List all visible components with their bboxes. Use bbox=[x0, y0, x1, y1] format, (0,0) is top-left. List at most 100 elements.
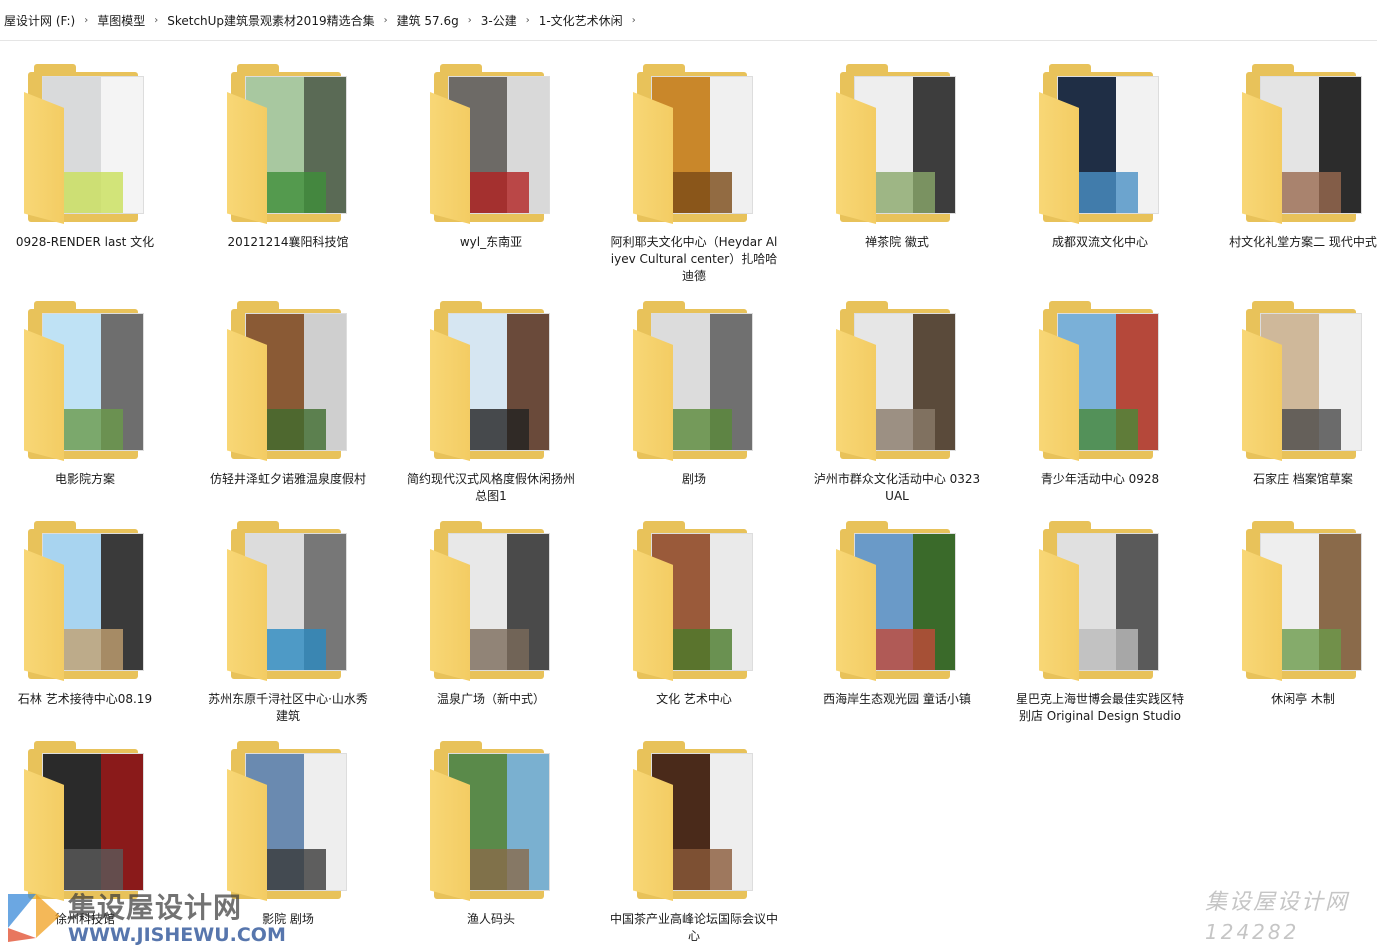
chevron-right-icon[interactable]: › bbox=[379, 15, 393, 26]
folder-front-flap bbox=[633, 92, 673, 224]
folder-item[interactable]: 村文化礼堂方案二 现代中式 bbox=[1218, 62, 1377, 272]
folder-thumbnail bbox=[627, 62, 757, 232]
watermark-right: 集设屋设计网 124282 bbox=[1205, 884, 1375, 948]
folder-name: wyl_东南亚 bbox=[459, 235, 523, 249]
folder-thumbnail bbox=[627, 739, 757, 909]
folder-thumbnail bbox=[18, 299, 148, 469]
breadcrumb-item-current-folder[interactable]: 1-文化艺术休闲 bbox=[535, 12, 627, 29]
folder-item[interactable]: 中国茶产业高峰论坛国际会议中心 bbox=[609, 739, 812, 949]
folder-front-flap bbox=[227, 92, 267, 224]
site-logo-icon bbox=[8, 894, 60, 942]
folder-thumbnail bbox=[221, 519, 351, 689]
folder-front-flap bbox=[836, 329, 876, 461]
folder-name: 渔人码头 bbox=[466, 912, 515, 926]
folder-name: 村文化礼堂方案二 现代中式 bbox=[1229, 235, 1377, 249]
folder-item[interactable]: 20121214襄阳科技馆 bbox=[203, 62, 406, 272]
folder-front-flap bbox=[1242, 92, 1282, 224]
folder-name: 石林 艺术接待中心08.19 bbox=[17, 692, 153, 706]
folder-thumbnail bbox=[1033, 62, 1163, 232]
folder-thumbnail bbox=[1033, 299, 1163, 469]
folder-front-flap bbox=[227, 329, 267, 461]
folder-item[interactable]: 温泉广场（新中式） bbox=[406, 519, 609, 729]
folder-name: 成都双流文化中心 bbox=[1051, 235, 1148, 249]
folder-front-flap bbox=[836, 92, 876, 224]
folder-item[interactable]: 星巴克上海世博会最佳实践区特别店 Original Design Studio bbox=[1015, 519, 1218, 729]
breadcrumb-item-drive[interactable]: 屋设计网 (F:) bbox=[0, 12, 79, 29]
folder-thumbnail bbox=[18, 519, 148, 689]
folder-name: 中国茶产业高峰论坛国际会议中心 bbox=[609, 912, 778, 943]
folder-name: 苏州东原千浔社区中心·山水秀建筑 bbox=[208, 692, 368, 723]
folder-thumbnail bbox=[424, 62, 554, 232]
folder-thumbnail bbox=[830, 62, 960, 232]
folder-thumbnail bbox=[18, 62, 148, 232]
folder-front-flap bbox=[836, 549, 876, 681]
folder-front-flap bbox=[24, 329, 64, 461]
folder-item[interactable]: 阿利耶夫文化中心（Heydar Aliyev Cultural center）扎… bbox=[609, 62, 812, 283]
folder-item[interactable]: 石家庄 档案馆草案 bbox=[1218, 299, 1377, 509]
folder-item[interactable]: 泸州市群众文化活动中心 0323 UAL bbox=[812, 299, 1015, 509]
folder-front-flap bbox=[1242, 329, 1282, 461]
folder-thumbnail bbox=[424, 739, 554, 909]
folder-item[interactable]: 西海岸生态观光园 童话小镇 bbox=[812, 519, 1015, 729]
breadcrumb-item-public-buildings[interactable]: 3-公建 bbox=[477, 12, 521, 29]
folder-item[interactable]: 成都双流文化中心 bbox=[1015, 62, 1218, 272]
folder-thumbnail bbox=[221, 62, 351, 232]
folder-item[interactable]: 青少年活动中心 0928 bbox=[1015, 299, 1218, 509]
folder-front-flap bbox=[633, 329, 673, 461]
folder-item[interactable]: 电影院方案 bbox=[0, 299, 203, 509]
folder-item[interactable]: 禅茶院 徽式 bbox=[812, 62, 1015, 272]
folder-front-flap bbox=[430, 92, 470, 224]
breadcrumb-item-models[interactable]: 草图模型 bbox=[93, 12, 149, 29]
watermark-right-title: 集设屋设计网 bbox=[1205, 890, 1350, 915]
folder-name: 青少年活动中心 0928 bbox=[1040, 472, 1160, 486]
folder-front-flap bbox=[227, 549, 267, 681]
folder-item[interactable]: wyl_东南亚 bbox=[406, 62, 609, 272]
folder-thumbnail bbox=[1236, 62, 1366, 232]
folder-front-flap bbox=[1039, 549, 1079, 681]
folder-front-flap bbox=[430, 769, 470, 901]
folder-name: 星巴克上海世博会最佳实践区特别店 Original Design Studio bbox=[1015, 692, 1184, 723]
folder-front-flap bbox=[1039, 92, 1079, 224]
folder-item[interactable]: 简约现代汉式风格度假休闲扬州总图1 bbox=[406, 299, 609, 509]
folder-front-flap bbox=[24, 769, 64, 901]
folder-name: 20121214襄阳科技馆 bbox=[227, 235, 349, 249]
chevron-right-icon[interactable]: › bbox=[627, 15, 641, 26]
folder-item[interactable]: 渔人码头 bbox=[406, 739, 609, 949]
watermark-right-number: 124282 bbox=[1205, 920, 1300, 944]
folder-front-flap bbox=[633, 769, 673, 901]
folder-name: 西海岸生态观光园 童话小镇 bbox=[823, 692, 971, 706]
breadcrumb-item-collection[interactable]: SketchUp建筑景观素材2019精选合集 bbox=[163, 12, 378, 29]
folder-thumbnail bbox=[1033, 519, 1163, 689]
folder-name: 0928-RENDER last 文化 bbox=[15, 235, 155, 249]
folder-item[interactable]: 休闲亭 木制 bbox=[1218, 519, 1377, 729]
folder-name: 阿利耶夫文化中心（Heydar Aliyev Cultural center）扎… bbox=[610, 235, 778, 283]
folder-item[interactable]: 石林 艺术接待中心08.19 bbox=[0, 519, 203, 729]
watermark-title: 集设屋设计网 bbox=[68, 891, 243, 924]
folder-name: 休闲亭 木制 bbox=[1271, 692, 1335, 706]
folder-name: 文化 艺术中心 bbox=[656, 692, 732, 706]
chevron-right-icon[interactable]: › bbox=[521, 15, 535, 26]
folder-name: 石家庄 档案馆草案 bbox=[1253, 472, 1353, 486]
folder-name: 电影院方案 bbox=[54, 472, 115, 486]
folder-name: 仿轻井泽虹夕诺雅温泉度假村 bbox=[209, 472, 366, 486]
folder-thumbnail bbox=[1236, 519, 1366, 689]
folder-name: 简约现代汉式风格度假休闲扬州总图1 bbox=[406, 472, 575, 503]
chevron-right-icon[interactable]: › bbox=[463, 15, 477, 26]
folder-item[interactable]: 剧场 bbox=[609, 299, 812, 509]
folder-item[interactable]: 0928-RENDER last 文化 bbox=[0, 62, 203, 272]
folder-name: 剧场 bbox=[681, 472, 706, 486]
folder-item[interactable]: 苏州东原千浔社区中心·山水秀建筑 bbox=[203, 519, 406, 729]
watermark-left: 集设屋设计网 WWW.JISHEWU.COM bbox=[0, 884, 290, 951]
chevron-right-icon[interactable]: › bbox=[149, 15, 163, 26]
folder-front-flap bbox=[430, 549, 470, 681]
chevron-right-icon[interactable]: › bbox=[79, 15, 93, 26]
breadcrumb-item-architecture[interactable]: 建筑 57.6g bbox=[393, 12, 463, 29]
folder-thumbnail bbox=[221, 299, 351, 469]
folder-front-flap bbox=[1242, 549, 1282, 681]
breadcrumb: 屋设计网 (F:) › 草图模型 › SketchUp建筑景观素材2019精选合… bbox=[0, 0, 1377, 41]
folder-item[interactable]: 仿轻井泽虹夕诺雅温泉度假村 bbox=[203, 299, 406, 509]
folder-name: 禅茶院 徽式 bbox=[865, 235, 929, 249]
folder-item[interactable]: 文化 艺术中心 bbox=[609, 519, 812, 729]
folder-thumbnail bbox=[627, 519, 757, 689]
folder-thumbnail bbox=[424, 299, 554, 469]
